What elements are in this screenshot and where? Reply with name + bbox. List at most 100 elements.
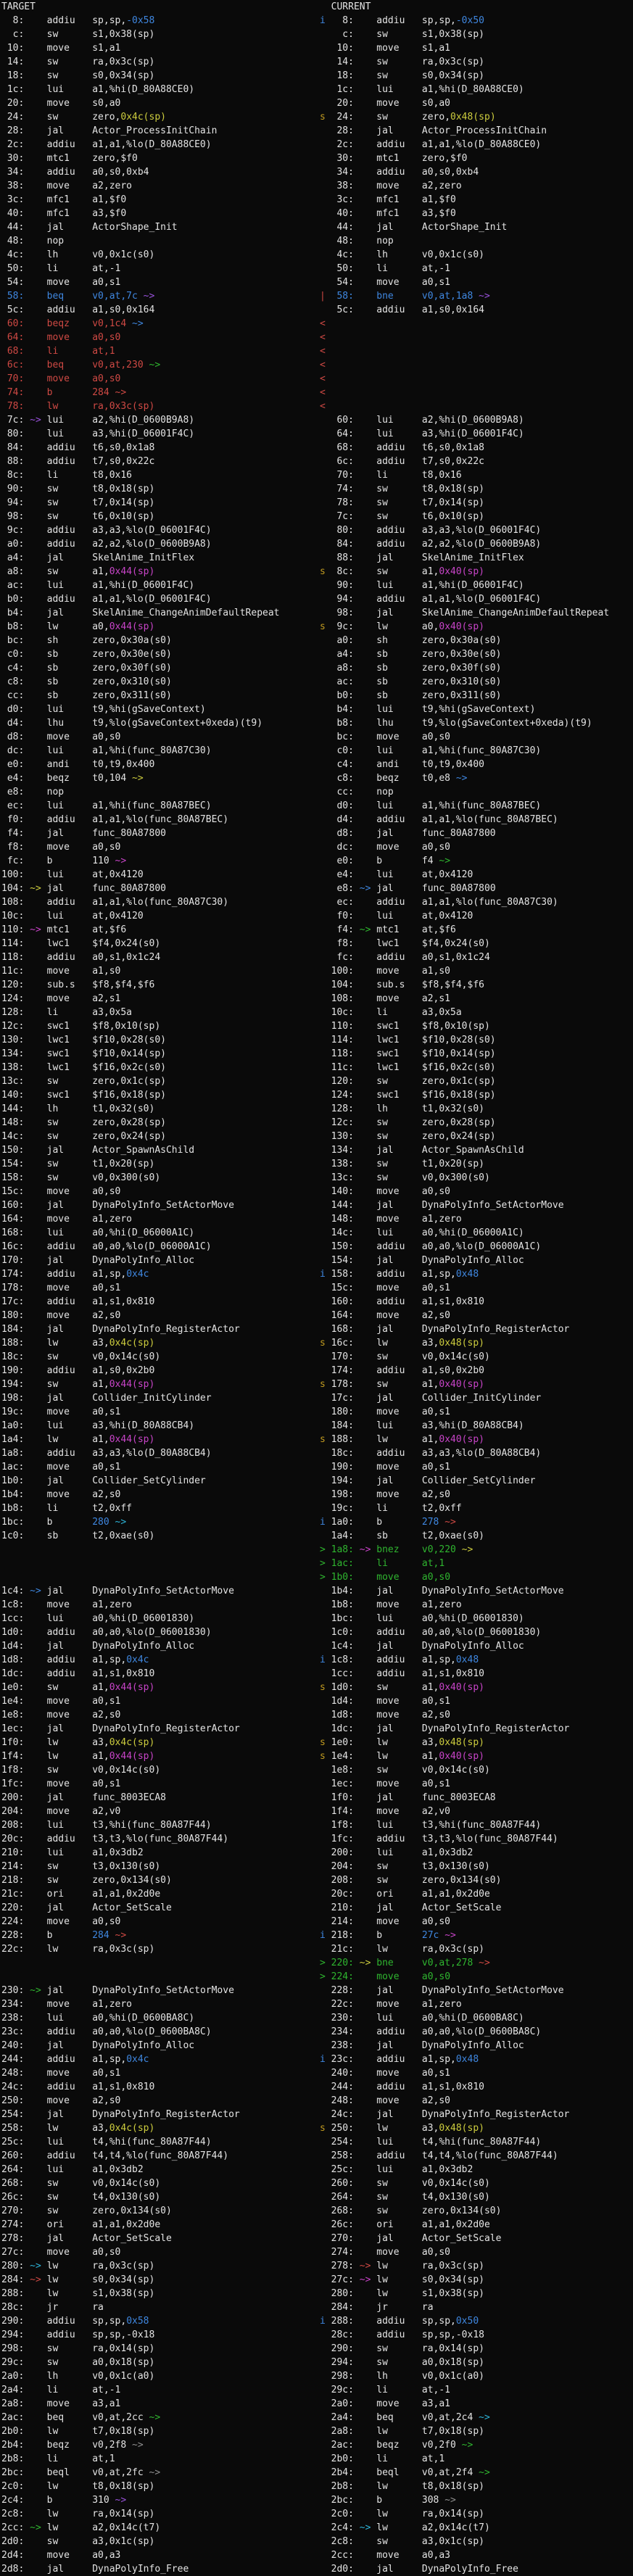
asm-token: lw a2,0x14c(t7) <box>41 2522 160 2533</box>
asm-token: 29c: li at,-1 <box>320 2385 450 2395</box>
asm-line: 1d8: move a2,s0 <box>320 1708 633 1722</box>
branch-arrow: ~> <box>479 1958 490 1968</box>
asm-line: 1c4: ~> jal DynaPolyInfo_SetActorMove <box>1 1584 318 1598</box>
asm-token: fc: addiu a0,s1,0x1c24 <box>320 952 490 963</box>
asm-token: a0: addiu a2,a2,%lo(D_0600B9A8) <box>1 539 212 550</box>
asm-token: 2d0: jal DynaPolyInfo_Free <box>320 2564 518 2575</box>
asm-line: 1cc: addiu a1,s1,0x810 <box>320 1667 633 1681</box>
branch-arrow: ~> <box>115 1517 127 1528</box>
asm-line: 240: jal DynaPolyInfo_Alloc <box>1 2039 318 2053</box>
asm-line: 3c: mfc1 a1,$f0 <box>1 193 318 207</box>
asm-token: 1c8: addiu a1,sp, <box>331 1654 456 1665</box>
current-column: CURRENTi 8: addiu sp,sp,-0x50 c: sw s1,0… <box>320 0 633 2576</box>
asm-line: s 1e4: lw a1,0x40(sp) <box>320 1749 633 1763</box>
asm-line: 124: swc1 $f16,0x18(sp) <box>320 1088 633 1102</box>
asm-token: 268: sw v0,0x14c(s0) <box>1 2178 160 2189</box>
asm-token: 74: b 284 <box>1 387 115 398</box>
asm-token: 248: move a0,s1 <box>1 2068 120 2079</box>
asm-token: 0x4c(sp) <box>109 2123 155 2134</box>
asm-token: 1d0: sw a1, <box>331 1682 439 1693</box>
asm-token: d4: addiu a1,a1,%lo(func_80A87BEC) <box>320 814 558 825</box>
asm-token: 2bc: beql v0,at,2fc <box>1 2467 149 2478</box>
asm-token: 1e0: sw a1, <box>1 1682 109 1693</box>
asm-line: 27c: move a0,s0 <box>1 2245 318 2259</box>
asm-line: 24c: jal DynaPolyInfo_RegisterActor <box>320 2108 633 2121</box>
asm-token: 98: jal SkelAnime_ChangeAnimDefaultRepea… <box>320 608 609 618</box>
asm-line: 2d4: move a0,a3 <box>1 2548 318 2562</box>
asm-line: 1e4: move a0,s1 <box>1 1694 318 1708</box>
asm-line: 150: addiu a0,a0,%lo(D_06000A1C) <box>320 1240 633 1254</box>
branch-arrow: ~> <box>132 2440 144 2451</box>
asm-token: c0: lui a1,%hi(func_80A87C30) <box>320 745 541 756</box>
asm-line: f8: lwc1 $f4,0x24(s0) <box>320 937 633 951</box>
asm-token: 17c: jal Collider_InitCylinder <box>320 1393 541 1404</box>
asm-token: 198: move a2,s0 <box>320 1489 450 1500</box>
asm-line: 118: addiu a0,s1,0x1c24 <box>1 951 318 964</box>
asm-line: i 8: addiu sp,sp,-0x50 <box>320 14 633 28</box>
asm-token: a8: sw a1, <box>1 566 109 577</box>
asm-line: 268: sw v0,0x14c(s0) <box>1 2177 318 2190</box>
asm-line: a0: sh zero,0x30a(s0) <box>320 634 633 647</box>
asm-token: 288: addiu sp,sp, <box>331 2316 456 2327</box>
asm-token: 84: addiu a2,a2,%lo(D_0600B9A8) <box>320 539 541 550</box>
asm-line: 15c: move a0,s1 <box>320 1281 633 1295</box>
asm-line: 100: lui at,0x4120 <box>1 868 318 882</box>
asm-line: 1d4: move a0,s1 <box>320 1694 633 1708</box>
asm-token: 0x44(sp) <box>109 566 155 577</box>
asm-line: 60: lui a2,%hi(D_0600B9A8) <box>320 413 633 427</box>
asm-token: c8: beqz t0,e8 <box>320 773 456 784</box>
asm-line: 28: jal Actor_ProcessInitChain <box>320 124 633 138</box>
asm-line: 1cc: lui a0,%hi(D_06001830) <box>1 1612 318 1625</box>
branch-arrow: ~> <box>149 2412 161 2423</box>
asm-token: lw a2,0x14c(t7) <box>371 2522 489 2533</box>
asm-line: 254: lui t4,%hi(func_80A87F44) <box>320 2135 633 2149</box>
asm-line: 64: move a0,s0 <box>1 331 318 344</box>
asm-line: 238: jal DynaPolyInfo_Alloc <box>320 2039 633 2053</box>
asm-token: a4: jal SkelAnime_InitFlex <box>1 552 194 563</box>
asm-token: 174: addiu a1,sp, <box>1 1269 126 1280</box>
asm-token: 38: move a2,zero <box>1 181 132 191</box>
asm-line: 274: ori a1,a1,0x2d0e <box>1 2218 318 2232</box>
asm-line: 34: addiu a0,s0,0xb4 <box>320 165 633 179</box>
asm-token: 44: jal ActorShape_Init <box>320 222 507 233</box>
asm-token: b4: lui t9,%hi(gSaveContext) <box>320 704 535 715</box>
asm-token: 128: lh t1,0x32(s0) <box>320 1103 484 1114</box>
asm-token: 2a8: lw t7,0x18(sp) <box>320 2426 484 2437</box>
asm-line: < <box>320 399 633 413</box>
asm-line: 34: addiu a0,s0,0xb4 <box>1 165 318 179</box>
asm-token: 2cc: move a0,a3 <box>320 2550 450 2561</box>
asm-line: 160: jal DynaPolyInfo_SetActorMove <box>1 1198 318 1212</box>
asm-line: 18: sw s0,0x34(sp) <box>1 69 318 83</box>
branch-arrow: ~> <box>439 856 450 866</box>
asm-line: 278: jal Actor_SetScale <box>1 2232 318 2245</box>
asm-line: e4: beqz t0,104 ~> <box>1 771 318 785</box>
asm-token: bc: sh zero,0x30a(s0) <box>1 635 172 646</box>
asm-line: 174: addiu a1,sp,0x4c <box>1 1267 318 1281</box>
asm-line: 22c: lw ra,0x3c(sp) <box>1 1942 318 1956</box>
asm-token: 1cc: lui a0,%hi(D_06001830) <box>1 1613 194 1624</box>
asm-line: 128: li a3,0x5a <box>1 1006 318 1019</box>
asm-token: f4: <box>320 924 360 935</box>
asm-token: c0: sb zero,0x30e(s0) <box>1 649 172 660</box>
asm-token: 20: move s0,a0 <box>320 98 450 109</box>
asm-line: c: sw s1,0x38(sp) <box>320 28 633 41</box>
asm-line: 9c: addiu a3,a3,%lo(D_06001F4C) <box>1 523 318 537</box>
asm-line: 15c: move a0,s0 <box>1 1185 318 1198</box>
asm-line: 2b8: li at,1 <box>1 2452 318 2466</box>
asm-line: 260: sw v0,0x14c(s0) <box>320 2177 633 2190</box>
asm-token: 228: jal DynaPolyInfo_SetActorMove <box>320 1985 564 1996</box>
asm-token: 284 <box>92 1930 109 1941</box>
asm-line: 24: sw zero,0x4c(sp) <box>1 110 318 124</box>
asm-token: f0: lui at,0x4120 <box>320 911 473 922</box>
asm-line: 84: addiu t6,s0,0x1a8 <box>1 441 318 455</box>
asm-line: 230: lui a0,%hi(D_0600BA8C) <box>320 2011 633 2025</box>
asm-token: 224: move a0,s0 <box>331 1971 450 1982</box>
asm-line: 2a8: move a3,a1 <box>1 2397 318 2411</box>
asm-line: 30: mtc1 zero,$f0 <box>320 152 633 165</box>
asm-token: s <box>320 1338 331 1349</box>
asm-line: 190: addiu a1,s0,0x2b0 <box>1 1364 318 1378</box>
asm-token: 120: sw zero,0x1c(sp) <box>320 1076 496 1087</box>
asm-line: 2c8: lw ra,0x14(sp) <box>1 2507 318 2521</box>
asm-token: 180: move a0,s1 <box>320 1407 450 1417</box>
asm-token: 14: sw ra,0x3c(sp) <box>1 57 154 67</box>
